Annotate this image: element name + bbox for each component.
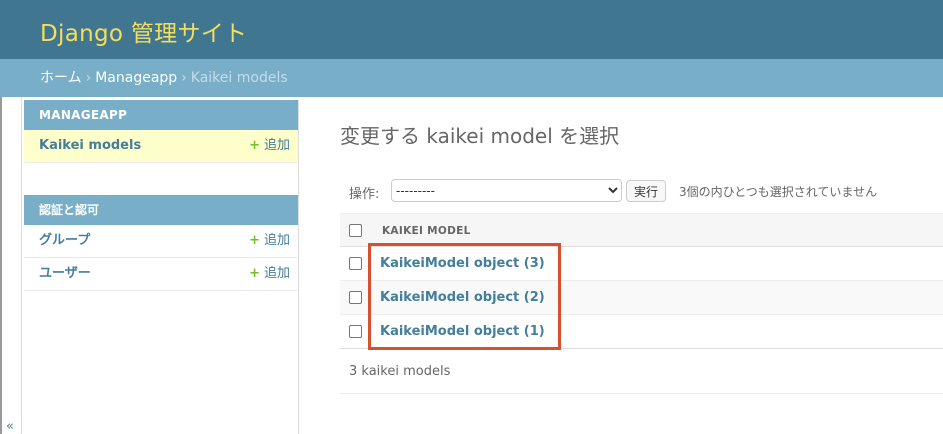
row-link[interactable]: KaikeiModel object (1) bbox=[380, 315, 545, 349]
plus-icon: + bbox=[249, 233, 260, 248]
breadcrumb-home[interactable]: ホーム bbox=[40, 70, 82, 86]
add-group-button[interactable]: + 追加 bbox=[249, 225, 290, 257]
sidebar-item-groups: グループ + 追加 bbox=[24, 225, 298, 258]
result-count: 3 kaikei models bbox=[349, 364, 451, 379]
plus-icon: + bbox=[249, 138, 260, 153]
row-checkbox[interactable] bbox=[349, 257, 362, 270]
gutter-edge bbox=[0, 97, 2, 434]
sidebar-link-kaikei-models[interactable]: Kaikei models bbox=[39, 130, 141, 162]
module-spacer bbox=[24, 163, 298, 195]
sidebar-link-groups[interactable]: グループ bbox=[39, 225, 90, 257]
header: Django 管理サイト bbox=[0, 0, 943, 59]
table-row: KaikeiModel object (1) bbox=[340, 315, 943, 349]
sidebar-gutter: « bbox=[0, 97, 22, 434]
result-list: Kaikei model KaikeiModel object (3) Kaik… bbox=[340, 213, 943, 349]
page-title: 変更する kaikei model を選択 bbox=[340, 124, 620, 148]
add-user-button[interactable]: + 追加 bbox=[249, 258, 290, 290]
add-label: 追加 bbox=[263, 266, 290, 281]
collapse-sidebar-icon[interactable]: « bbox=[6, 419, 14, 434]
add-label: 追加 bbox=[263, 138, 290, 153]
breadcrumb-app[interactable]: Manageapp bbox=[95, 70, 177, 86]
paginator: 3 kaikei models bbox=[340, 350, 943, 394]
sidebar-item-kaikei-models: Kaikei models + 追加 bbox=[24, 130, 298, 163]
table-row: KaikeiModel object (2) bbox=[340, 281, 943, 315]
add-kaikei-model-button[interactable]: + 追加 bbox=[249, 130, 290, 162]
table-row: KaikeiModel object (3) bbox=[340, 247, 943, 281]
sidebar-link-users[interactable]: ユーザー bbox=[39, 258, 91, 290]
main-content: 変更する kaikei model を選択 操作: --------- 実行 3… bbox=[340, 100, 943, 434]
row-checkbox[interactable] bbox=[349, 325, 362, 338]
action-select[interactable]: --------- bbox=[391, 179, 622, 202]
nav-sidebar: Manageapp Kaikei models + 追加 認証と認可 グループ +… bbox=[24, 100, 299, 434]
breadcrumb-separator: › bbox=[85, 70, 92, 86]
table-header-row: Kaikei model bbox=[340, 213, 943, 247]
site-branding[interactable]: Django 管理サイト bbox=[40, 14, 247, 48]
row-checkbox[interactable] bbox=[349, 291, 362, 304]
module-caption-auth[interactable]: 認証と認可 bbox=[24, 195, 298, 225]
row-link[interactable]: KaikeiModel object (2) bbox=[380, 281, 545, 315]
breadcrumb-current: Kaikei models bbox=[190, 70, 288, 86]
sidebar-item-users: ユーザー + 追加 bbox=[24, 258, 298, 291]
run-action-button[interactable]: 実行 bbox=[626, 180, 667, 202]
action-counter: 3個の内ひとつも選択されていません bbox=[679, 185, 878, 199]
column-header-kaikei-model[interactable]: Kaikei model bbox=[382, 214, 471, 248]
breadcrumb-separator: › bbox=[181, 70, 187, 86]
row-link[interactable]: KaikeiModel object (3) bbox=[380, 247, 545, 281]
actions-bar: 操作: --------- 実行 3個の内ひとつも選択されていません bbox=[340, 179, 943, 203]
add-label: 追加 bbox=[263, 233, 290, 248]
plus-icon: + bbox=[249, 266, 260, 281]
breadcrumb: ホーム › Manageapp › Kaikei models bbox=[0, 59, 943, 97]
actions-label: 操作: bbox=[349, 187, 380, 202]
module-caption-manageapp[interactable]: Manageapp bbox=[24, 100, 298, 130]
select-all-checkbox[interactable] bbox=[349, 224, 362, 237]
